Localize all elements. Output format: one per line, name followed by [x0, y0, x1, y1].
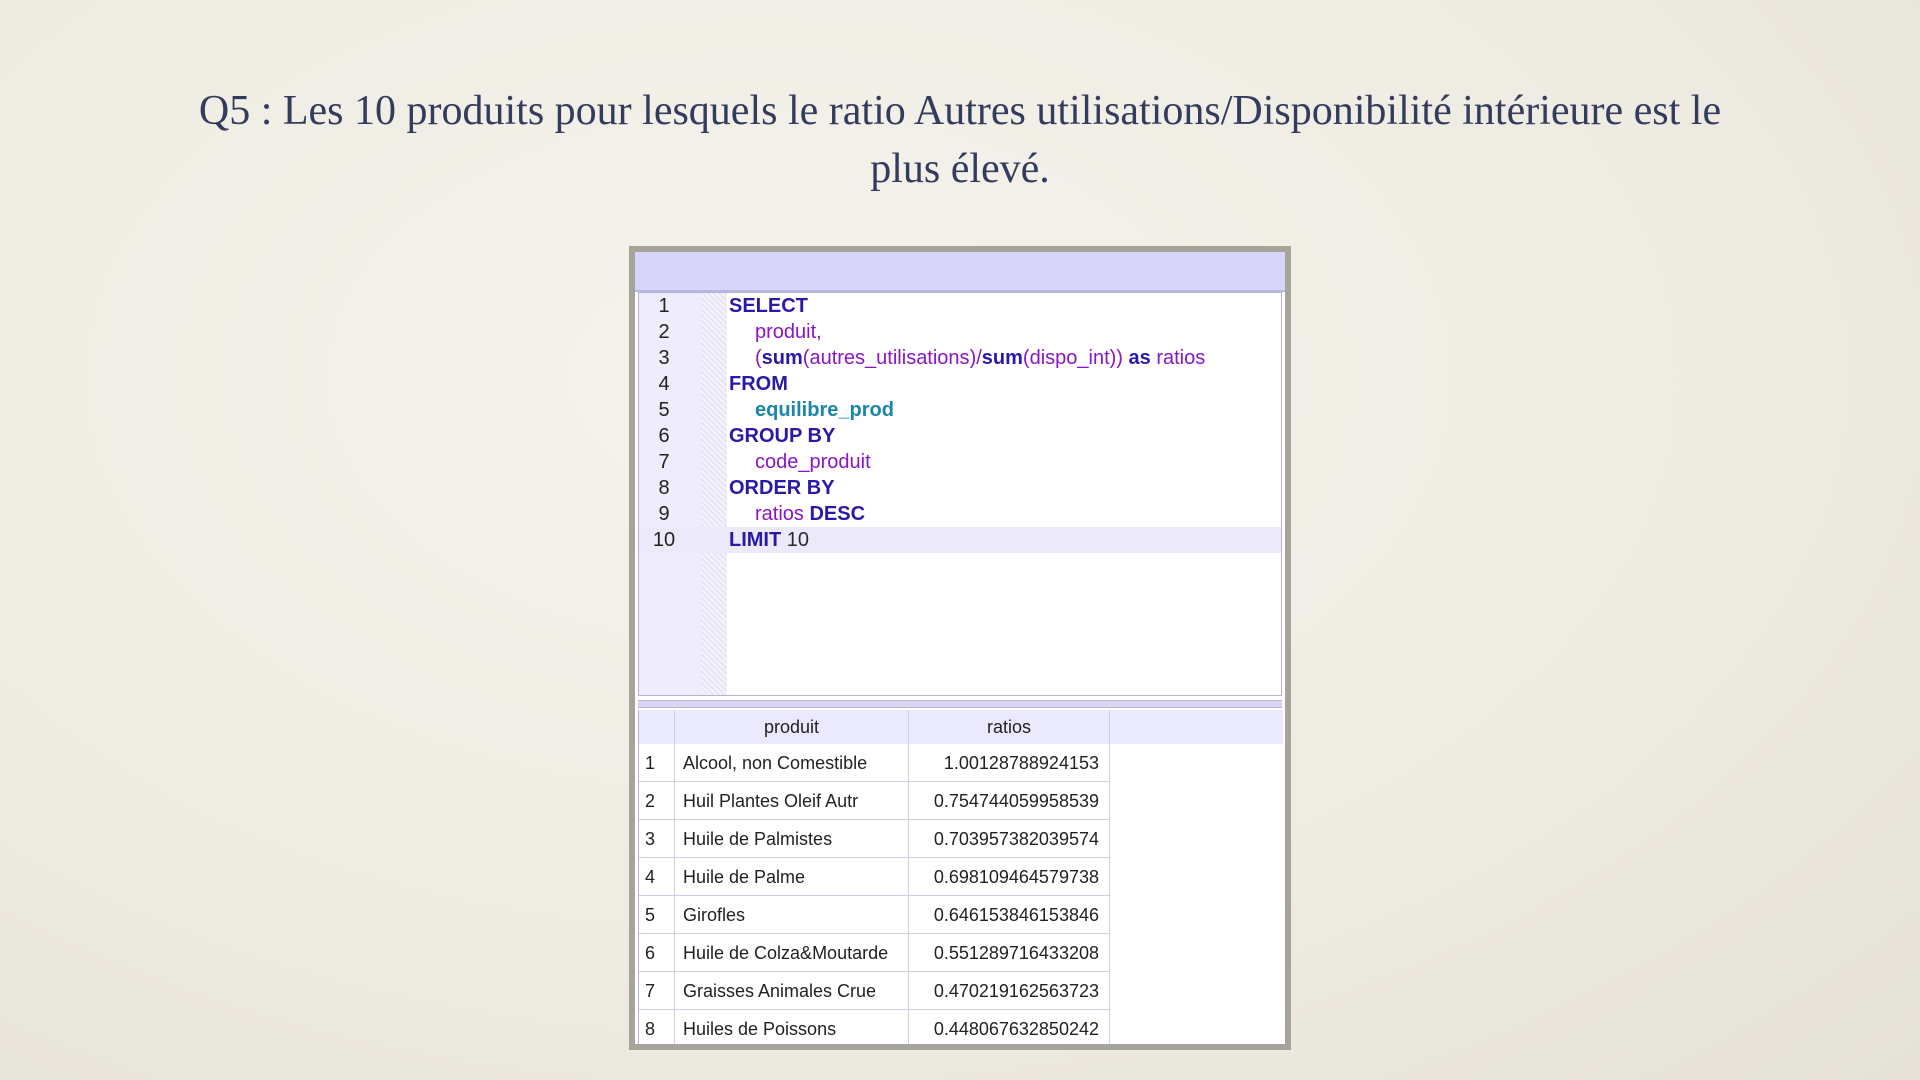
- code-line-10-active: 10 LIMIT 10: [639, 527, 1281, 553]
- screenshot-frame: 1 SELECT 2 produit, 3 (sum(autres_utilis…: [629, 246, 1291, 1050]
- identifier: ratios: [755, 503, 804, 525]
- cell-produit[interactable]: Huile de Palme: [675, 858, 909, 896]
- code-text: equilibre_prod: [755, 397, 894, 423]
- function: sum: [981, 347, 1023, 369]
- line-number: 3: [658, 347, 670, 369]
- cell-ratio[interactable]: 0.551289716433208: [909, 934, 1110, 972]
- column-header-ratios[interactable]: ratios: [909, 710, 1110, 744]
- table-row[interactable]: 1 Alcool, non Comestible 1.0012878892415…: [639, 744, 1283, 782]
- column-header-produit[interactable]: produit: [675, 710, 909, 744]
- row-number: 3: [639, 820, 675, 858]
- line-number: 10: [652, 529, 676, 551]
- table-row[interactable]: 6 Huile de Colza&Moutarde 0.551289716433…: [639, 934, 1283, 972]
- function: sum: [761, 347, 803, 369]
- keyword: LIMIT: [729, 529, 782, 551]
- cell-ratio[interactable]: 0.448067632850242: [909, 1010, 1110, 1044]
- code-text: ORDER BY: [729, 475, 835, 501]
- cell-ratio[interactable]: 0.646153846153846: [909, 896, 1110, 934]
- slide-title: Q5 : Les 10 produits pour lesquels le ra…: [90, 82, 1830, 198]
- line-number: 9: [658, 503, 670, 525]
- table-row[interactable]: 3 Huile de Palmistes 0.703957382039574: [639, 820, 1283, 858]
- keyword: as: [1128, 347, 1151, 369]
- cell-produit[interactable]: Girofles: [675, 896, 909, 934]
- code-line-5: 5 equilibre_prod: [639, 397, 1281, 423]
- table-row[interactable]: 2 Huil Plantes Oleif Autr 0.754744059958…: [639, 782, 1283, 820]
- code-line-1: 1 SELECT: [639, 293, 1281, 319]
- row-number: 1: [639, 744, 675, 782]
- pane-splitter[interactable]: [638, 700, 1282, 708]
- line-number: 4: [658, 373, 670, 395]
- cell-ratio[interactable]: 0.703957382039574: [909, 820, 1110, 858]
- row-number: 8: [639, 1010, 675, 1044]
- code-line-3: 3 (sum(autres_utilisations)/sum(dispo_in…: [639, 345, 1281, 371]
- code-text: LIMIT 10: [729, 527, 809, 553]
- cell-produit[interactable]: Huil Plantes Oleif Autr: [675, 782, 909, 820]
- line-number: 6: [658, 425, 670, 447]
- table-row[interactable]: 7 Graisses Animales Crue 0.4702191625637…: [639, 972, 1283, 1010]
- results-grid: produit ratios 1 Alcool, non Comestible …: [638, 710, 1283, 1044]
- cell-ratio[interactable]: 0.470219162563723: [909, 972, 1110, 1010]
- punctuation: )/: [969, 347, 982, 369]
- slide-title-line-1: Q5 : Les 10 produits pour lesquels le ra…: [198, 88, 1722, 134]
- row-number: 5: [639, 896, 675, 934]
- table-row[interactable]: 8 Huiles de Poissons 0.448067632850242: [639, 1010, 1283, 1044]
- line-number: 5: [658, 399, 670, 421]
- table-row[interactable]: 4 Huile de Palme 0.698109464579738: [639, 858, 1283, 896]
- code-text: produit,: [755, 319, 822, 345]
- cell-produit[interactable]: Huiles de Poissons: [675, 1010, 909, 1044]
- table-name: equilibre_prod: [755, 399, 894, 421]
- code-line-4: 4 FROM: [639, 371, 1281, 397]
- row-number: 2: [639, 782, 675, 820]
- row-number-header: [639, 710, 675, 744]
- identifier: produit: [755, 321, 817, 343]
- keyword: GROUP BY: [729, 425, 836, 447]
- punctuation: )): [1109, 347, 1129, 369]
- number-literal: 10: [781, 529, 810, 551]
- line-number: 8: [658, 477, 670, 499]
- slide-title-line-2: plus élevé.: [870, 146, 1050, 192]
- code-text: ratios DESC: [755, 501, 865, 527]
- cell-produit[interactable]: Huile de Palmistes: [675, 820, 909, 858]
- cell-ratio[interactable]: 0.698109464579738: [909, 858, 1110, 896]
- line-number: 7: [658, 451, 670, 473]
- code-text: SELECT: [729, 293, 808, 319]
- cell-ratio[interactable]: 1.00128788924153: [909, 744, 1110, 782]
- identifier: autres_utilisations: [809, 347, 970, 369]
- cell-produit[interactable]: Graisses Animales Crue: [675, 972, 909, 1010]
- code-text: (sum(autres_utilisations)/sum(dispo_int)…: [755, 345, 1205, 371]
- keyword: SELECT: [729, 295, 808, 317]
- cell-produit[interactable]: Alcool, non Comestible: [675, 744, 909, 782]
- code-line-7: 7 code_produit: [639, 449, 1281, 475]
- identifier: ratios: [1150, 347, 1206, 369]
- row-number: 7: [639, 972, 675, 1010]
- punctuation: (: [1022, 347, 1030, 369]
- sql-client-window: 1 SELECT 2 produit, 3 (sum(autres_utilis…: [635, 252, 1285, 1044]
- cell-produit[interactable]: Huile de Colza&Moutarde: [675, 934, 909, 972]
- code-text: code_produit: [755, 449, 871, 475]
- punctuation: (: [755, 347, 762, 369]
- code-text: FROM: [729, 371, 788, 397]
- sql-editor[interactable]: 1 SELECT 2 produit, 3 (sum(autres_utilis…: [638, 292, 1282, 696]
- line-number: 1: [658, 295, 670, 317]
- identifier: code_produit: [755, 451, 871, 473]
- keyword: DESC: [803, 503, 866, 525]
- table-row[interactable]: 5 Girofles 0.646153846153846: [639, 896, 1283, 934]
- code-line-8: 8 ORDER BY: [639, 475, 1281, 501]
- code-line-6: 6 GROUP BY: [639, 423, 1281, 449]
- line-number: 2: [658, 321, 670, 343]
- keyword: ORDER BY: [729, 477, 835, 499]
- row-number: 4: [639, 858, 675, 896]
- keyword: FROM: [729, 373, 788, 395]
- identifier: dispo_int: [1029, 347, 1110, 369]
- punctuation: ,: [816, 321, 822, 343]
- code-text: GROUP BY: [729, 423, 835, 449]
- cell-ratio[interactable]: 0.754744059958539: [909, 782, 1110, 820]
- editor-toolbar: [635, 252, 1285, 292]
- code-line-2: 2 produit,: [639, 319, 1281, 345]
- code-line-9: 9 ratios DESC: [639, 501, 1281, 527]
- row-number: 6: [639, 934, 675, 972]
- results-header: produit ratios: [639, 710, 1283, 744]
